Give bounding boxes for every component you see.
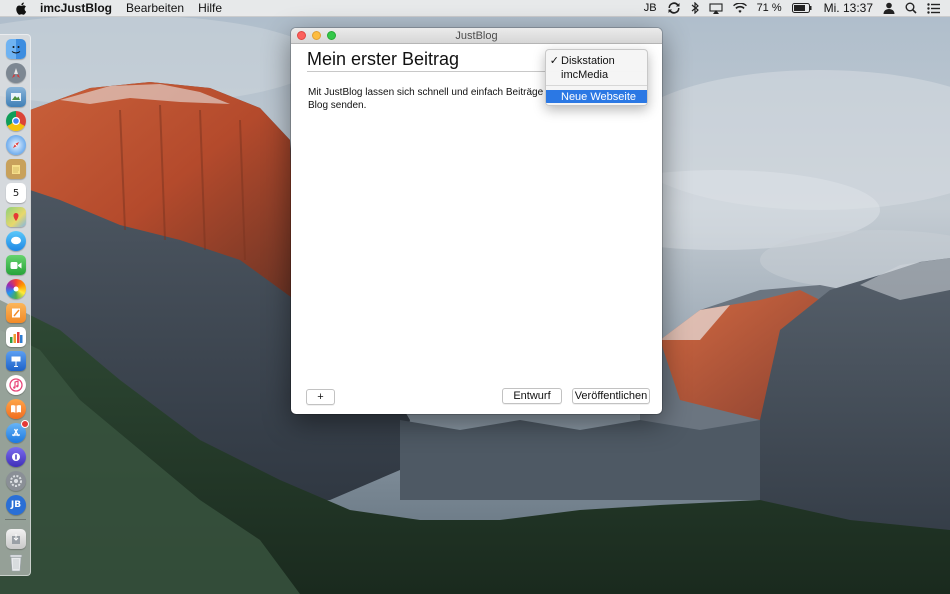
sync-icon[interactable]: [667, 0, 681, 17]
app-store-icon[interactable]: [6, 420, 29, 443]
user-icon[interactable]: [883, 0, 895, 17]
checkmark-icon: ✓: [549, 55, 559, 67]
facetime-icon[interactable]: [6, 255, 26, 275]
notification-center-icon[interactable]: [927, 0, 940, 17]
calendar-icon[interactable]: 5: [6, 183, 26, 203]
menu-separator: [546, 85, 647, 86]
calendar-day: 5: [12, 187, 20, 199]
window-title: JustBlog: [455, 29, 498, 42]
window-titlebar[interactable]: JustBlog: [291, 28, 662, 44]
dock-separator: [5, 519, 26, 520]
system-preferences-icon[interactable]: [6, 471, 26, 491]
airplay-icon[interactable]: [709, 0, 723, 17]
pages-icon[interactable]: [6, 303, 26, 323]
justblog-icon[interactable]: JB: [6, 495, 26, 515]
menu-bar: imcJustBlog Bearbeiten Hilfe JB 71 % Mi.…: [0, 0, 950, 17]
preview-icon[interactable]: [6, 87, 26, 107]
launchpad-icon[interactable]: [6, 63, 26, 83]
site-menu-item-label: Neue Webseite: [561, 90, 637, 103]
finder-icon[interactable]: [6, 39, 26, 59]
site-selector-menu: ✓ Diskstation imcMedia Neue Webseite: [545, 49, 648, 106]
site-menu-item-imcmedia[interactable]: imcMedia: [546, 68, 647, 81]
numbers-icon[interactable]: [6, 327, 26, 347]
close-window-button[interactable]: [297, 31, 306, 40]
post-body-editor[interactable]: Mit JustBlog lassen sich schnell und ein…: [308, 87, 648, 387]
ibooks-icon[interactable]: [6, 399, 26, 419]
chrome-icon[interactable]: [6, 111, 26, 131]
apple-menu-icon[interactable]: [16, 2, 28, 15]
wifi-icon[interactable]: [732, 0, 747, 17]
notes-icon[interactable]: [6, 159, 26, 179]
safari-icon[interactable]: [6, 135, 26, 155]
zoom-window-button[interactable]: [327, 31, 336, 40]
publish-button[interactable]: Veröffentlichen: [572, 388, 650, 404]
draft-button[interactable]: Entwurf: [502, 388, 562, 404]
menu-app-name[interactable]: imcJustBlog: [40, 1, 112, 15]
messages-icon[interactable]: [6, 231, 26, 251]
user-initials-status[interactable]: JB: [644, 2, 657, 14]
minimize-window-button[interactable]: [312, 31, 321, 40]
maps-icon[interactable]: [6, 207, 26, 227]
site-menu-item-label: Diskstation: [561, 54, 615, 67]
battery-icon[interactable]: [791, 0, 812, 17]
menu-item-hilfe[interactable]: Hilfe: [198, 1, 222, 15]
menu-clock[interactable]: Mi. 13:37: [824, 1, 873, 15]
justblog-icon-label: JB: [10, 500, 22, 510]
itunes-icon[interactable]: [6, 375, 26, 395]
downloads-icon[interactable]: [6, 529, 26, 549]
bluetooth-icon[interactable]: [691, 0, 699, 17]
site-menu-item-new-website[interactable]: Neue Webseite: [546, 90, 647, 103]
onepassword-icon[interactable]: [6, 447, 26, 467]
notification-badge: [21, 420, 29, 428]
trash-icon[interactable]: [6, 553, 26, 573]
spotlight-search-icon[interactable]: [905, 0, 917, 17]
menu-item-bearbeiten[interactable]: Bearbeiten: [126, 1, 184, 15]
battery-percent[interactable]: 71 %: [757, 2, 782, 14]
site-menu-item-label: imcMedia: [561, 68, 609, 81]
photos-icon[interactable]: [6, 279, 26, 299]
keynote-icon[interactable]: [6, 351, 26, 371]
add-button[interactable]: +: [306, 389, 335, 405]
dock: 5 JB: [0, 34, 31, 576]
site-menu-item-diskstation[interactable]: ✓ Diskstation: [546, 54, 647, 68]
